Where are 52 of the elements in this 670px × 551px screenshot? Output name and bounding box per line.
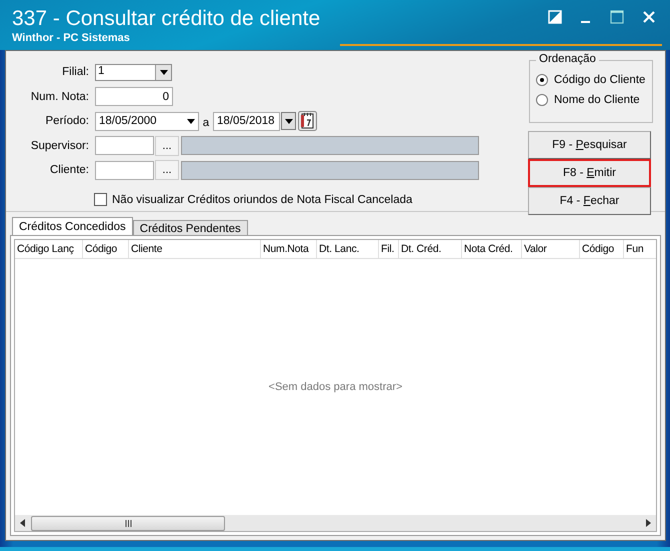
tab[interactable]: Créditos Pendentes [132,220,248,235]
field-label: Num. Nota: [30,90,90,103]
filial-dropdown[interactable]: 1 [95,64,172,81]
dropdown-button[interactable] [281,112,296,130]
field-label: Supervisor: [30,140,90,152]
cliente-code-field[interactable] [95,160,154,180]
column-header[interactable]: Nota Créd. [462,240,522,258]
column-header[interactable]: Cliente [129,240,261,258]
radio-label: Código do Cliente [554,74,646,86]
radio-label: Nome do Cliente [554,94,640,106]
window-title: 337 - Consultar crédito de cliente [12,7,320,31]
date-field[interactable]: 18/05/2000 [95,112,199,131]
tab[interactable]: Créditos Concedidos [12,217,133,235]
lookup-button[interactable]: ... [155,136,179,156]
action-button[interactable]: F4 - Fechar [528,187,651,215]
action-button[interactable]: F8 - Emitir [528,159,651,187]
lookup-button[interactable]: ... [155,160,179,180]
column-header[interactable]: Dt. Créd. [399,240,462,258]
supervisor-code-field[interactable] [95,136,154,156]
range-separator: a [202,116,210,130]
scroll-right-icon[interactable] [646,519,651,527]
empty-message: <Sem dados para mostrar> [268,381,402,393]
column-header[interactable]: Código Lanç [15,240,83,258]
radio-button[interactable] [536,74,548,86]
scroll-left-icon[interactable] [20,519,25,527]
num-nota-field[interactable]: 0 [95,87,173,106]
checkbox[interactable] [94,193,107,206]
column-header[interactable]: Dt. Lanc. [317,240,379,258]
dropdown-arrow-icon [187,118,195,124]
field-label: Filial: [61,66,90,78]
field-label: Período: [44,115,90,128]
close-icon[interactable] [642,10,656,24]
horizontal-scrollbar[interactable] [15,515,656,531]
dropdown-arrow-icon [160,70,168,75]
column-header[interactable]: Fun [624,240,656,258]
action-button[interactable]: F9 - Pesquisar [528,131,651,159]
maximize-icon[interactable] [610,10,624,24]
column-header[interactable]: Fil. [379,240,399,258]
field-label: Cliente: [49,164,90,176]
calendar-icon[interactable] [298,111,317,132]
radio-button[interactable] [536,94,548,106]
checkbox-label: Não visualizar Créditos oriundos de Nota Fiscal Cancelada [112,194,412,206]
column-header[interactable]: Código [83,240,129,258]
date-field[interactable]: 18/05/2018 [213,112,280,131]
column-header[interactable]: Valor [522,240,580,258]
scroll-thumb[interactable] [31,516,225,530]
group-title: Ordenação [536,53,599,65]
window-subtitle: Winthor - PC Sistemas [12,32,131,44]
column-header[interactable]: Código [580,240,624,258]
dropdown-arrow-icon [284,118,292,124]
theme-icon[interactable] [548,10,562,24]
column-header[interactable]: Num.Nota [261,240,317,258]
